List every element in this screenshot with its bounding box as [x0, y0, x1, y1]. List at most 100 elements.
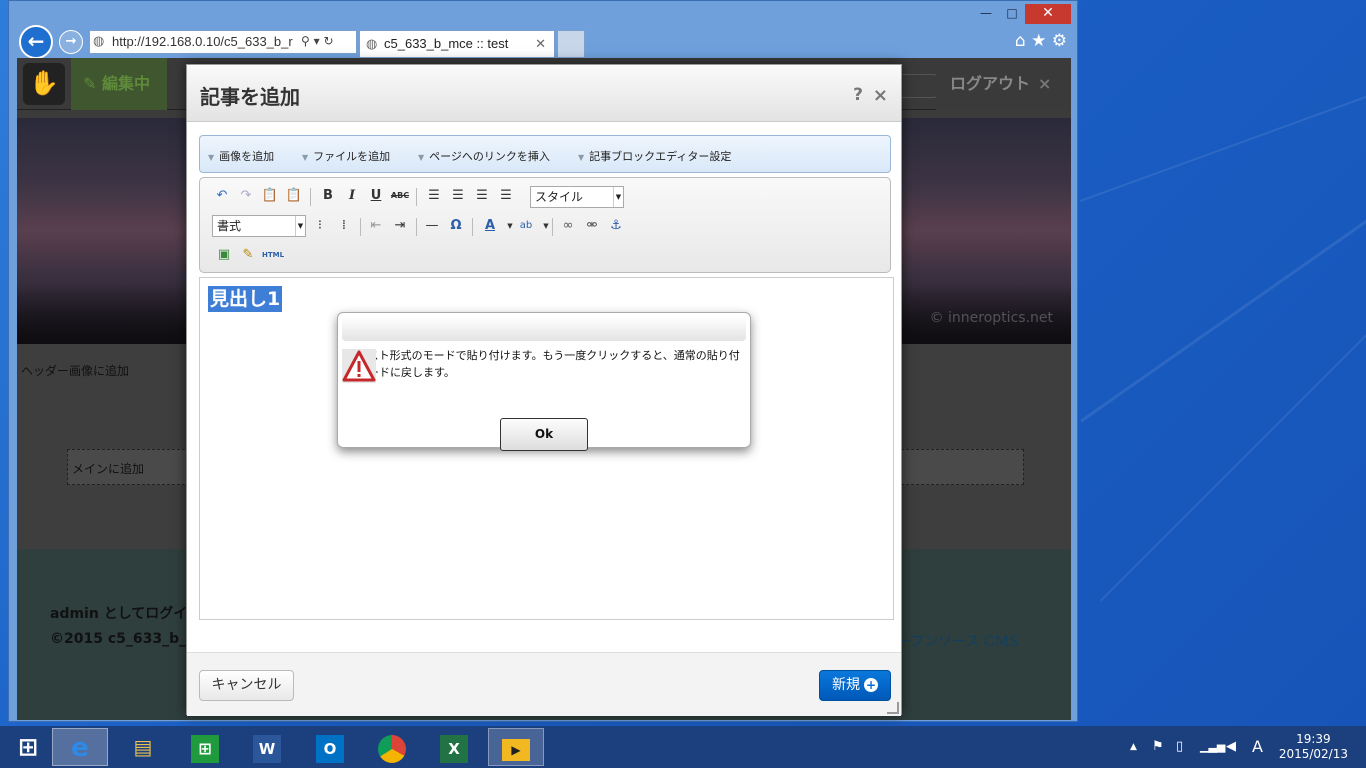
system-clock[interactable]: 19:39 2015/02/13: [1279, 732, 1348, 762]
edit-mode-label: 編集中: [101, 74, 150, 93]
special-char-icon[interactable]: Ω: [446, 216, 466, 236]
minimize-button[interactable]: —: [975, 4, 997, 24]
cancel-button[interactable]: キャンセル: [199, 670, 294, 701]
dialog-close-button[interactable]: ×: [873, 85, 888, 106]
windows-start-icon[interactable]: ⊞: [0, 728, 56, 766]
toolbar-separator: [472, 218, 473, 236]
add-file-menu[interactable]: ▼ ファイルを追加: [302, 148, 390, 164]
header-add-area[interactable]: ヘッダー画像に追加: [21, 362, 129, 379]
back-icon[interactable]: ←: [19, 25, 53, 59]
concrete5-logo[interactable]: ✋: [23, 63, 65, 105]
battery-icon[interactable]: ▯: [1176, 726, 1183, 768]
word-icon[interactable]: W: [239, 728, 295, 766]
toolbar-separator: [416, 188, 417, 206]
address-url: http://192.168.0.10/c5_633_b_r: [112, 34, 293, 49]
clock-date: 2015/02/13: [1278, 747, 1348, 761]
show-hidden-icons[interactable]: ▲: [1130, 726, 1137, 768]
chevron-down-icon: ▼: [613, 187, 623, 207]
logout-button[interactable]: ログアウト ×: [936, 58, 1071, 110]
action-center-flag-icon[interactable]: ⚑: [1152, 726, 1164, 768]
footer-login-label: admin としてログイ: [50, 606, 188, 622]
help-button[interactable]: ?: [853, 85, 863, 105]
undo-icon[interactable]: ↶: [212, 186, 232, 206]
dialog-header: 記事を追加 ? ×: [187, 65, 901, 122]
outdent-icon[interactable]: ⇤: [366, 216, 386, 236]
resize-grip[interactable]: [887, 702, 899, 714]
text-color-icon[interactable]: A: [480, 216, 500, 236]
style-select[interactable]: スタイル ▼: [530, 186, 624, 208]
align-center-icon[interactable]: ☰: [448, 186, 468, 206]
menu-label: ファイルを追加: [313, 150, 391, 163]
close-window-button[interactable]: ✕: [1025, 4, 1071, 24]
underline-icon[interactable]: U: [366, 186, 386, 206]
store-icon[interactable]: ⊞: [177, 728, 233, 766]
ime-indicator[interactable]: A: [1252, 726, 1263, 768]
ie-icon[interactable]: e: [52, 728, 108, 766]
excel-icon[interactable]: X: [426, 728, 482, 766]
align-left-icon[interactable]: ☰: [424, 186, 444, 206]
paste-word-icon[interactable]: 📋: [284, 186, 304, 206]
anchor-icon[interactable]: ⚓: [606, 216, 626, 236]
outlook-icon[interactable]: O: [302, 728, 358, 766]
close-tab-icon[interactable]: ✕: [535, 31, 546, 57]
redo-icon[interactable]: ↷: [236, 186, 256, 206]
edit-mode-button[interactable]: ✎ 編集中: [71, 58, 167, 110]
format-select[interactable]: 書式 ▼: [212, 215, 306, 237]
clock-time: 19:39: [1296, 732, 1331, 746]
media-player-icon[interactable]: ▶: [488, 728, 544, 766]
alert-message: テキスト形式のモードで貼り付けます。もう一度クリックすると、通常の貼り付けモード…: [346, 349, 740, 379]
unlink-icon[interactable]: ⚮: [582, 216, 602, 236]
insert-image-icon[interactable]: ▣: [214, 245, 234, 265]
align-right-icon[interactable]: ☰: [472, 186, 492, 206]
chrome-icon[interactable]: [364, 728, 420, 766]
tab-active[interactable]: ◍ c5_633_b_mce :: test ✕: [359, 30, 555, 58]
search-icon[interactable]: ⚲ ▾ ↻: [301, 34, 334, 48]
create-button-label: 新規: [832, 677, 860, 693]
menu-label: ページへのリンクを挿入: [429, 150, 550, 163]
create-button[interactable]: 新規 +: [819, 670, 891, 701]
home-icon[interactable]: ⌂: [1015, 31, 1026, 51]
footer-cms-link[interactable]: ープンソース CMS: [897, 631, 1019, 651]
plus-circle-icon: +: [864, 678, 878, 692]
horizontal-rule-icon[interactable]: —: [422, 216, 442, 236]
warning-icon: [342, 349, 376, 383]
maximize-button[interactable]: □: [1001, 4, 1023, 24]
html-source-icon[interactable]: HTML: [262, 245, 284, 265]
insert-page-link-menu[interactable]: ▼ ページへのリンクを挿入: [418, 148, 550, 164]
format-select-value: 書式: [217, 219, 242, 233]
logout-label: ログアウト: [950, 74, 1031, 93]
strikethrough-icon[interactable]: ABC: [390, 186, 410, 206]
indent-icon[interactable]: ⇥: [390, 216, 410, 236]
ok-button[interactable]: Ok: [500, 418, 588, 451]
file-explorer-icon[interactable]: ▤: [115, 728, 171, 766]
align-justify-icon[interactable]: ☰: [496, 186, 516, 206]
cleanup-brush-icon[interactable]: ✎: [238, 245, 258, 265]
dropdown-triangle-icon: ▼: [418, 153, 425, 162]
forward-icon[interactable]: →: [59, 30, 83, 54]
italic-icon[interactable]: I: [342, 186, 362, 206]
bullet-list-icon[interactable]: ⁝: [310, 216, 330, 236]
dropdown-triangle-icon: ▼: [208, 153, 215, 162]
paste-text-icon[interactable]: 📋: [260, 186, 280, 206]
new-tab-button[interactable]: [557, 30, 585, 58]
editor-settings-menu[interactable]: ▼ 記事ブロックエディター設定: [578, 148, 731, 164]
close-icon: ×: [1038, 74, 1052, 93]
chevron-down-icon[interactable]: ▼: [536, 216, 556, 236]
globe-icon: ◍: [93, 34, 105, 49]
favorites-icon[interactable]: ★: [1031, 31, 1046, 51]
pencil-icon: ✎: [83, 74, 102, 93]
network-signal-icon[interactable]: ▁▃▅: [1200, 726, 1225, 768]
tab-title: c5_633_b_mce :: test: [384, 36, 509, 51]
title-bar: — □ ✕: [9, 1, 1077, 29]
volume-icon[interactable]: ◀: [1226, 726, 1236, 768]
dropdown-triangle-icon: ▼: [302, 153, 309, 162]
numbered-list-icon[interactable]: ⁞: [334, 216, 354, 236]
highlight-color-icon[interactable]: ab: [516, 216, 536, 236]
gear-icon[interactable]: ⚙: [1052, 31, 1067, 51]
menu-label: 画像を追加: [219, 150, 275, 163]
add-image-menu[interactable]: ▼ 画像を追加: [208, 148, 274, 164]
globe-icon: ◍: [366, 36, 378, 51]
bold-icon[interactable]: B: [318, 186, 338, 206]
alert-header: [342, 317, 746, 341]
link-icon[interactable]: ∞: [558, 216, 578, 236]
